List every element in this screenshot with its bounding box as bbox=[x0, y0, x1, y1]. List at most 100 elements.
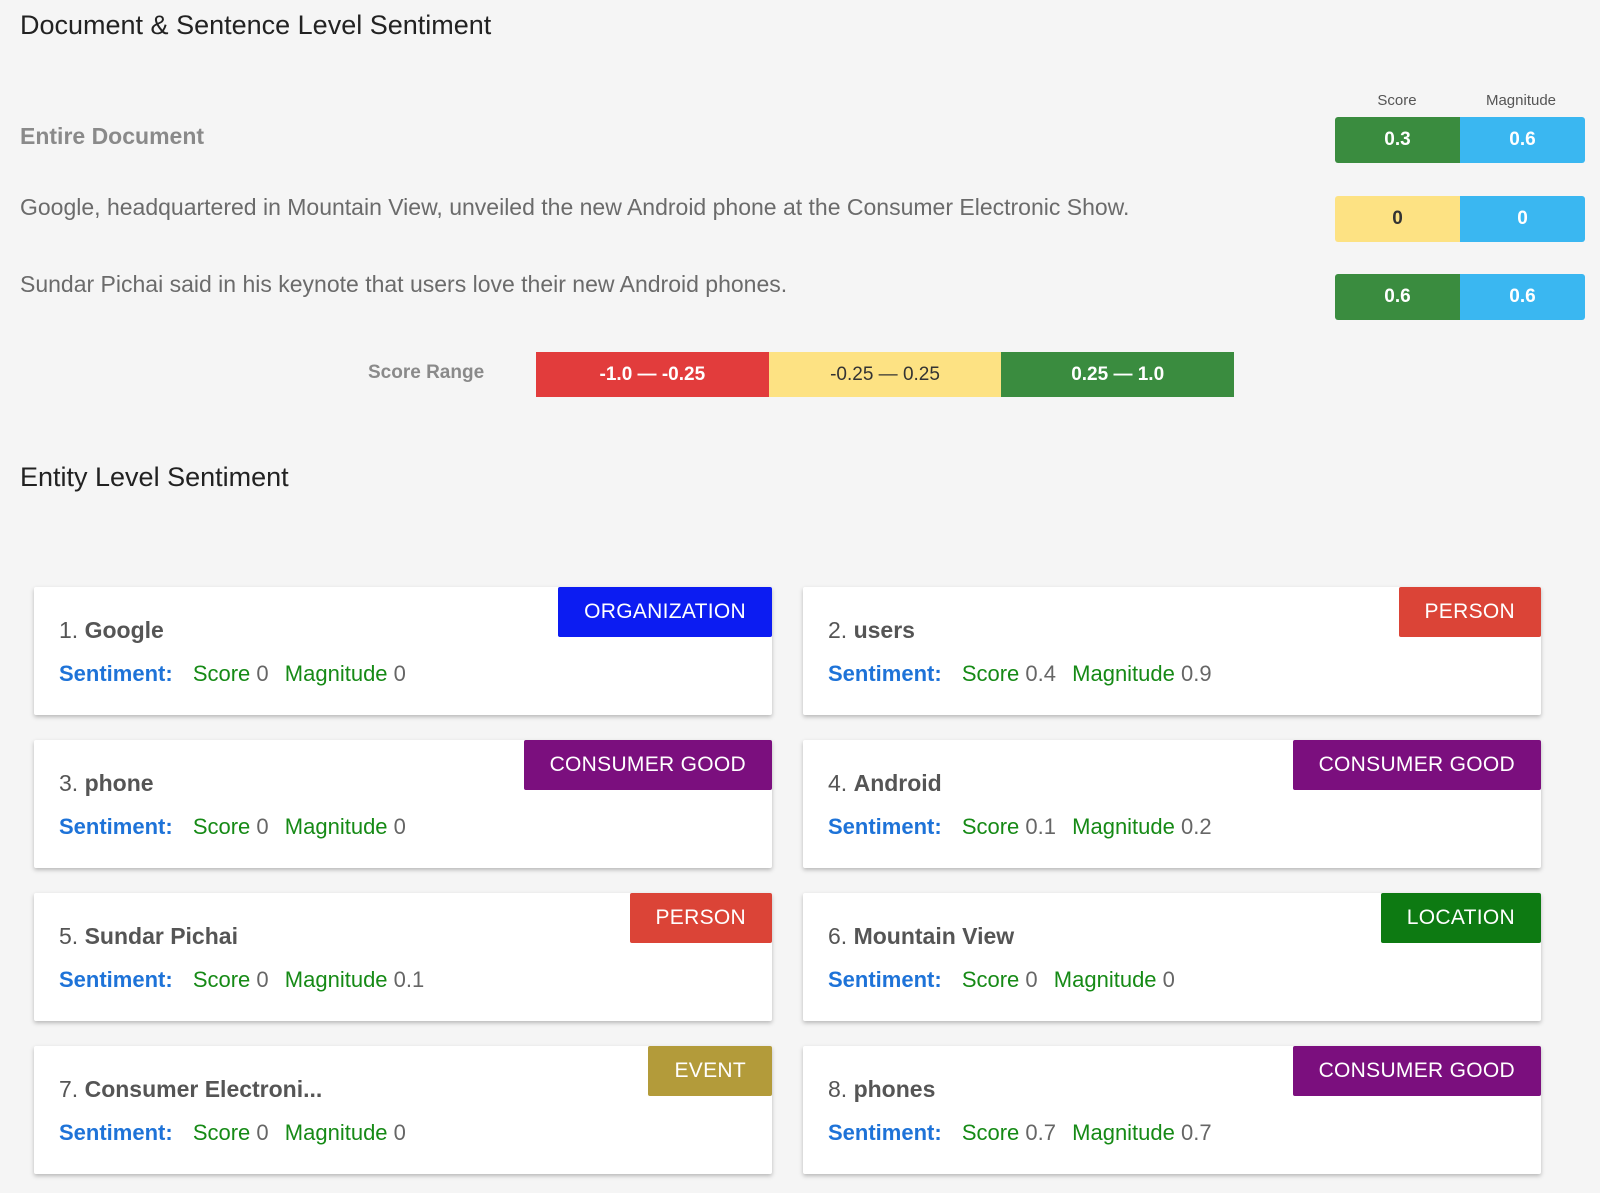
score-value: 0 bbox=[256, 661, 269, 686]
entity-number: 3. bbox=[59, 770, 79, 796]
entity-number: 4. bbox=[828, 770, 848, 796]
magnitude-value: 0 bbox=[393, 814, 406, 839]
entity-name: Mountain View bbox=[853, 923, 1015, 949]
magnitude-label: Magnitude bbox=[1072, 661, 1175, 686]
sentiment-label: Sentiment: bbox=[59, 967, 173, 992]
document-sentiment-title: Document & Sentence Level Sentiment bbox=[20, 10, 492, 40]
entity-card: EVENT 7. Consumer Electroni... Sentiment… bbox=[34, 1046, 772, 1174]
entity-card: PERSON 5. Sundar Pichai Sentiment: Score… bbox=[34, 893, 772, 1021]
sentence-1-text: Google, headquartered in Mountain View, … bbox=[20, 194, 1130, 220]
magnitude-label: Magnitude bbox=[284, 967, 388, 992]
entity-sentiment: Sentiment: Score 0 Magnitude 0 bbox=[59, 1120, 416, 1146]
sentence-2-sentiment-pill: 0.6 0.6 bbox=[1335, 274, 1585, 320]
magnitude-value: 0.1 bbox=[393, 967, 425, 992]
magnitude-value: 0 bbox=[393, 1120, 406, 1145]
sentiment-label: Sentiment: bbox=[828, 661, 942, 686]
sentence-1-magnitude: 0 bbox=[1460, 196, 1585, 242]
score-label: Score bbox=[961, 1120, 1020, 1145]
entity-title: 5. Sundar Pichai bbox=[59, 923, 238, 950]
magnitude-value: 0.9 bbox=[1181, 661, 1212, 686]
entity-card: CONSUMER GOOD 4. Android Sentiment: Scor… bbox=[803, 740, 1541, 868]
entity-card: CONSUMER GOOD 8. phones Sentiment: Score… bbox=[803, 1046, 1541, 1174]
entity-sentiment: Sentiment: Score 0 Magnitude 0 bbox=[59, 814, 416, 840]
entity-name: phone bbox=[84, 770, 154, 796]
sentence-2-text: Sundar Pichai said in his keynote that u… bbox=[20, 271, 788, 297]
score-value: 0 bbox=[256, 814, 269, 839]
magnitude-label: Magnitude bbox=[284, 814, 388, 839]
entity-card: PERSON 2. users Sentiment: Score 0.4 Mag… bbox=[803, 587, 1541, 715]
entity-type-badge: PERSON bbox=[629, 893, 772, 943]
entity-sentiment: Sentiment: Score 0 Magnitude 0.1 bbox=[59, 967, 434, 993]
entity-type-badge: CONSUMER GOOD bbox=[1292, 740, 1541, 790]
entity-title: 1. Google bbox=[59, 617, 164, 644]
entity-name: Sundar Pichai bbox=[84, 923, 238, 949]
score-range-negative: -1.0 — -0.25 bbox=[536, 352, 769, 397]
score-label: Score bbox=[961, 814, 1020, 839]
magnitude-label: Magnitude bbox=[284, 1120, 388, 1145]
magnitude-value: 0 bbox=[393, 661, 406, 686]
entity-number: 2. bbox=[828, 617, 848, 643]
entity-title: 4. Android bbox=[828, 770, 942, 797]
entity-type-badge: LOCATION bbox=[1380, 893, 1541, 943]
sentence-1-score: 0 bbox=[1335, 196, 1460, 242]
entity-type-badge: EVENT bbox=[648, 1046, 772, 1096]
entity-number: 1. bbox=[59, 617, 79, 643]
magnitude-value: 0.2 bbox=[1181, 814, 1212, 839]
entire-document-magnitude: 0.6 bbox=[1460, 117, 1585, 163]
entity-sentiment: Sentiment: Score 0.7 Magnitude 0.7 bbox=[828, 1120, 1222, 1146]
magnitude-value: 0 bbox=[1162, 967, 1175, 992]
entity-number: 8. bbox=[828, 1076, 848, 1102]
entity-name: Consumer Electroni... bbox=[84, 1076, 323, 1102]
entity-type-badge: CONSUMER GOOD bbox=[1292, 1046, 1541, 1096]
magnitude-label: Magnitude bbox=[1072, 1120, 1175, 1145]
sentiment-label: Sentiment: bbox=[828, 967, 942, 992]
score-label: Score bbox=[192, 967, 251, 992]
entity-title: 7. Consumer Electroni... bbox=[59, 1076, 322, 1103]
entity-sentiment: Sentiment: Score 0.4 Magnitude 0.9 bbox=[828, 661, 1222, 687]
entity-card: CONSUMER GOOD 3. phone Sentiment: Score … bbox=[34, 740, 772, 868]
entity-type-badge: PERSON bbox=[1398, 587, 1541, 637]
score-range-neutral: -0.25 — 0.25 bbox=[768, 352, 1002, 397]
entity-name: users bbox=[853, 617, 915, 643]
score-value: 0 bbox=[256, 1120, 269, 1145]
score-value: 0 bbox=[256, 967, 269, 992]
entity-title: 8. phones bbox=[828, 1076, 935, 1103]
sentiment-label: Sentiment: bbox=[59, 814, 173, 839]
entire-document-label: Entire Document bbox=[20, 123, 205, 149]
entity-number: 7. bbox=[59, 1076, 79, 1102]
score-label: Score bbox=[192, 1120, 251, 1145]
magnitude-label: Magnitude bbox=[1072, 814, 1175, 839]
sentiment-label: Sentiment: bbox=[59, 1120, 173, 1145]
score-range-label: Score Range bbox=[368, 362, 485, 383]
entity-card: LOCATION 6. Mountain View Sentiment: Sco… bbox=[803, 893, 1541, 1021]
entire-document-score: 0.3 bbox=[1335, 117, 1460, 163]
entity-sentiment: Sentiment: Score 0.1 Magnitude 0.2 bbox=[828, 814, 1222, 840]
magnitude-column-header: Magnitude bbox=[1485, 92, 1557, 109]
entity-type-badge: ORGANIZATION bbox=[558, 587, 772, 637]
entity-name: phones bbox=[853, 1076, 936, 1102]
score-label: Score bbox=[192, 814, 251, 839]
score-value: 0 bbox=[1025, 967, 1038, 992]
entity-number: 5. bbox=[59, 923, 79, 949]
entity-number: 6. bbox=[828, 923, 848, 949]
entity-title: 2. users bbox=[828, 617, 915, 644]
entity-title: 6. Mountain View bbox=[828, 923, 1014, 950]
magnitude-label: Magnitude bbox=[1053, 967, 1157, 992]
magnitude-label: Magnitude bbox=[284, 661, 388, 686]
sentiment-label: Sentiment: bbox=[828, 814, 942, 839]
page: Document & Sentence Level Sentiment Scor… bbox=[0, 0, 1600, 1193]
score-label: Score bbox=[961, 967, 1020, 992]
score-range-positive: 0.25 — 1.0 bbox=[1001, 352, 1235, 397]
entity-name: Google bbox=[84, 617, 164, 643]
score-label: Score bbox=[961, 661, 1020, 686]
magnitude-value: 0.7 bbox=[1181, 1120, 1212, 1145]
score-range-legend: -1.0 — -0.25 -0.25 — 0.25 0.25 — 1.0 bbox=[536, 352, 1235, 397]
entity-sentiment: Sentiment: Score 0 Magnitude 0 bbox=[59, 661, 416, 687]
sentiment-label: Sentiment: bbox=[59, 661, 173, 686]
sentence-1-sentiment-pill: 0 0 bbox=[1335, 196, 1585, 242]
entity-title: 3. phone bbox=[59, 770, 154, 797]
score-label: Score bbox=[192, 661, 251, 686]
entity-sentiment: Sentiment: Score 0 Magnitude 0 bbox=[828, 967, 1185, 993]
score-column-header: Score bbox=[1377, 92, 1417, 109]
entity-sentiment-title: Entity Level Sentiment bbox=[20, 462, 289, 492]
